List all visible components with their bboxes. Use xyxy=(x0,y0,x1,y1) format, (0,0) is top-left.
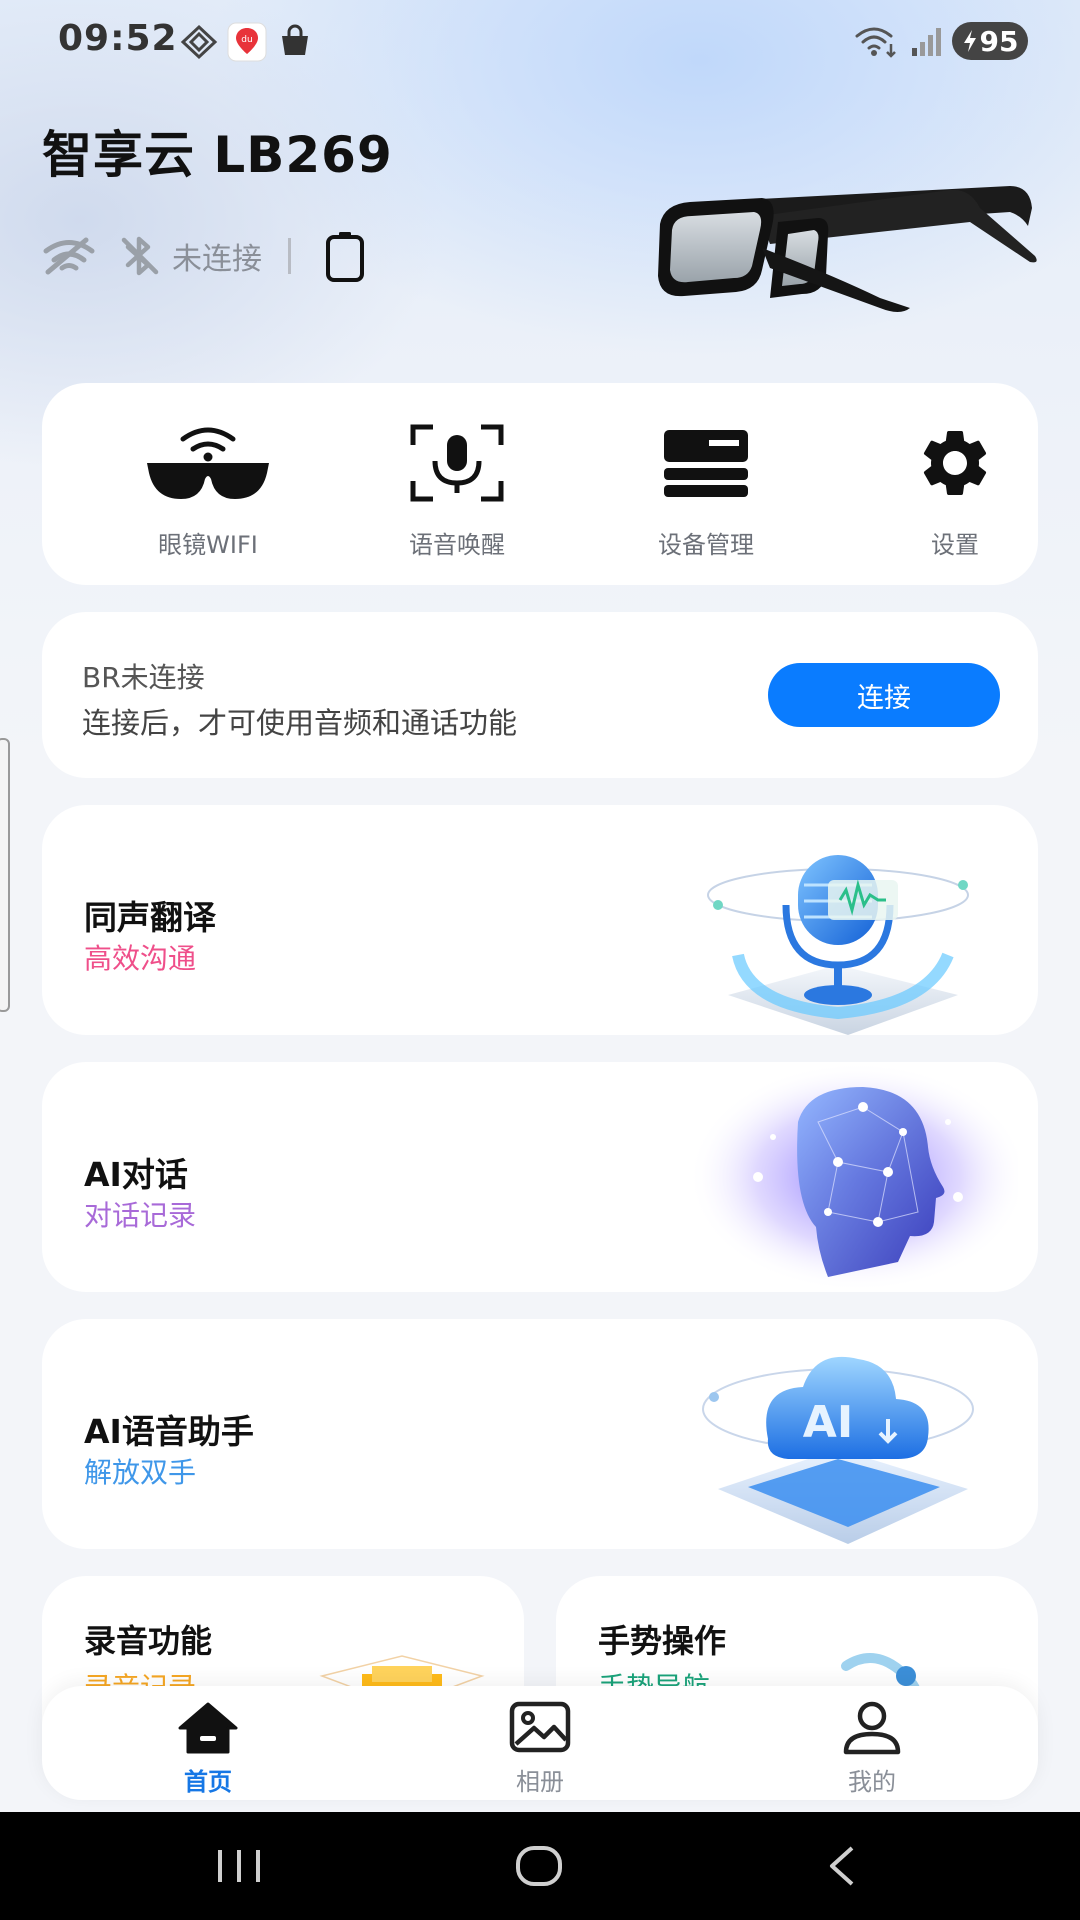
feature-card-ai-dialog[interactable]: AI对话 对话记录 xyxy=(42,1062,1038,1292)
nav-label: 相册 xyxy=(516,1768,564,1796)
back-icon[interactable] xyxy=(822,1844,862,1888)
quick-action-label: 眼镜WIFI xyxy=(158,531,258,559)
connect-button[interactable]: 连接 xyxy=(768,663,1000,727)
glasses-wifi-icon xyxy=(147,427,269,499)
gallery-icon xyxy=(509,1701,571,1753)
quick-action-label: 设置 xyxy=(931,531,979,559)
wifi-off-icon xyxy=(43,237,95,275)
feature-title: AI语音助手 xyxy=(84,1412,254,1451)
ai-head-art-icon xyxy=(688,1062,1018,1292)
quick-action-device-manage[interactable]: 设备管理 xyxy=(606,423,806,560)
svg-text:AI: AI xyxy=(803,1397,853,1448)
device-title: 智享云 LB269 xyxy=(42,126,393,184)
feature-title: AI对话 xyxy=(84,1155,188,1194)
quick-action-settings[interactable]: 设置 xyxy=(855,423,1055,560)
br-status-subtitle: 连接后，才可使用音频和通话功能 xyxy=(82,706,518,740)
nav-home[interactable]: 首页 xyxy=(128,1700,288,1797)
feature-subtitle: 解放双手 xyxy=(84,1456,197,1489)
feature-title: 录音功能 xyxy=(84,1622,213,1660)
bottom-navigation: 首页 相册 我的 xyxy=(42,1686,1038,1800)
du-app-icon: du xyxy=(227,22,267,62)
connection-status-text: 未连接 xyxy=(172,242,262,277)
voice-wake-icon xyxy=(410,424,504,502)
battery-icon xyxy=(326,232,364,282)
grid-icon xyxy=(180,24,218,60)
nav-profile[interactable]: 我的 xyxy=(792,1700,952,1797)
feature-card-translation[interactable]: 同声翻译 高效沟通 xyxy=(42,805,1038,1035)
recent-apps-icon[interactable] xyxy=(214,1846,264,1886)
status-bar: 09:52 du 95 xyxy=(0,0,1080,84)
quick-action-glasses-wifi[interactable]: 眼镜WIFI xyxy=(108,423,308,560)
wifi-icon xyxy=(855,27,896,58)
glasses-image xyxy=(658,186,1037,312)
microphone-art-icon xyxy=(707,855,969,1035)
profile-icon xyxy=(843,1701,901,1755)
ai-cloud-art-icon: AI xyxy=(702,1356,974,1544)
nav-label: 首页 xyxy=(184,1768,232,1796)
battery-indicator: 95 xyxy=(952,22,1028,60)
bluetooth-off-icon xyxy=(121,236,159,276)
br-status-title: BR未连接 xyxy=(82,661,205,694)
nav-gallery[interactable]: 相册 xyxy=(460,1700,620,1797)
svg-text:du: du xyxy=(241,35,252,45)
status-time: 09:52 xyxy=(58,18,178,59)
home-icon xyxy=(178,1702,238,1754)
feature-title: 手势操作 xyxy=(598,1622,727,1660)
nav-label: 我的 xyxy=(848,1768,896,1796)
quick-action-label: 语音唤醒 xyxy=(409,531,505,559)
signal-icon xyxy=(912,28,941,56)
feature-title: 同声翻译 xyxy=(84,898,216,937)
feature-subtitle: 高效沟通 xyxy=(84,942,197,975)
feature-subtitle: 对话记录 xyxy=(84,1199,197,1232)
home-button-icon[interactable] xyxy=(514,1842,564,1890)
connection-status-row: 未连接 xyxy=(42,230,367,282)
feature-card-ai-assistant[interactable]: AI语音助手 解放双手 AI xyxy=(42,1319,1038,1549)
battery-charging-icon xyxy=(963,30,976,52)
edge-panel-handle[interactable] xyxy=(0,738,10,1012)
quick-actions-card: 眼镜WIFI 语音唤醒 设备管理 设置 xyxy=(42,383,1038,585)
br-connection-card: BR未连接 连接后，才可使用音频和通话功能 连接 xyxy=(42,612,1038,778)
divider xyxy=(288,238,291,274)
system-navigation-bar xyxy=(0,1812,1080,1920)
shopping-bag-icon xyxy=(282,24,308,55)
quick-action-voice-wake[interactable]: 语音唤醒 xyxy=(357,423,557,560)
quick-action-label: 设备管理 xyxy=(658,531,754,559)
battery-level: 95 xyxy=(979,24,1019,58)
device-manage-icon xyxy=(664,430,748,497)
gear-icon xyxy=(923,430,987,495)
